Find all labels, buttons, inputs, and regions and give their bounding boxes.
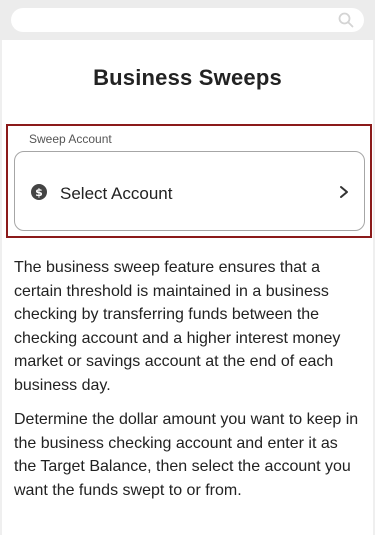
search-icon[interactable] [338,12,354,28]
select-account-text: Select Account [60,184,173,203]
main-panel: Business Sweeps Sweep Account $ Select A… [2,40,373,535]
top-bar [0,0,375,40]
page-title: Business Sweeps [93,65,282,90]
description-paragraph: Determine the dollar amount you want to … [14,411,359,499]
sweep-account-select[interactable]: $ Select Account [14,151,365,231]
dollar-circle-icon: $ [31,184,47,200]
search-input[interactable] [11,8,364,32]
svg-text:$: $ [35,186,43,199]
chevron-right-icon [340,186,348,198]
description-paragraph: The business sweep feature ensures that … [14,259,341,394]
sweep-account-label: Sweep Account [29,132,112,146]
